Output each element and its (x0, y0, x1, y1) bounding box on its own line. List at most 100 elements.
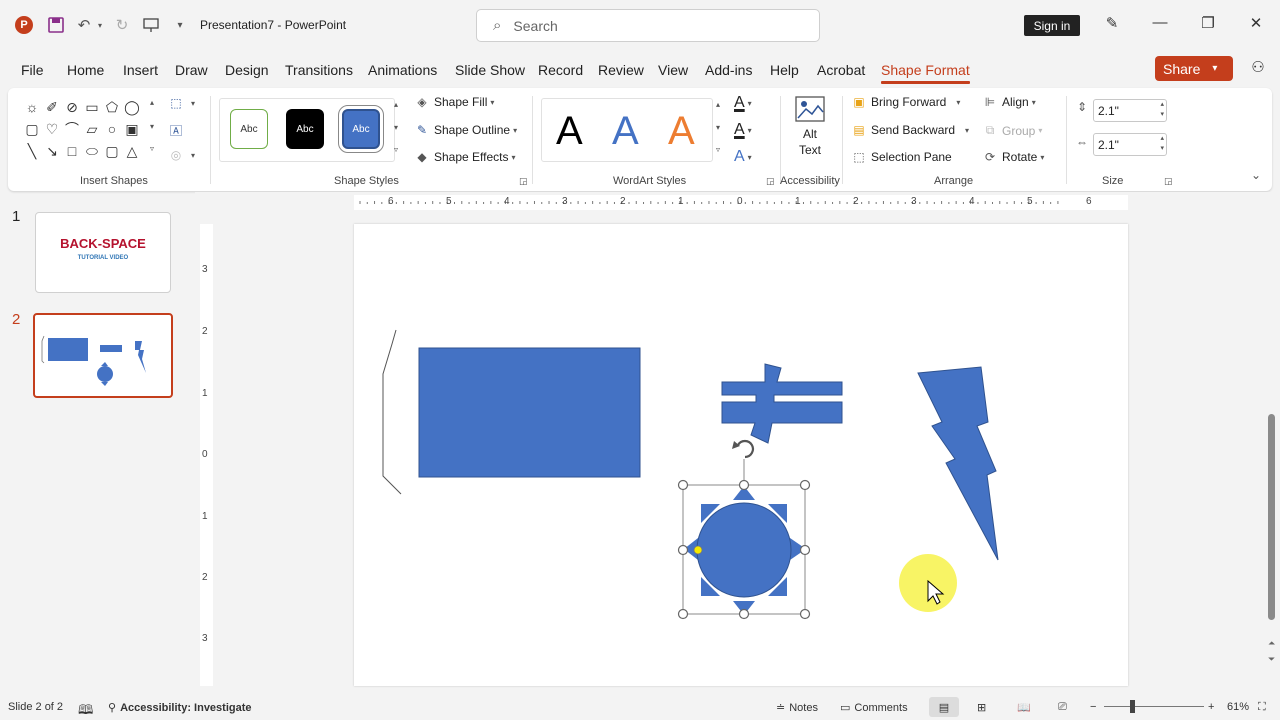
tab-help[interactable]: Help (770, 62, 799, 78)
oval-callout-shape-icon[interactable]: ◯ (122, 96, 142, 118)
frame-shape-icon[interactable]: ▢ (22, 118, 42, 140)
snip-rectangle-shape-icon[interactable]: ⬠ (102, 96, 122, 118)
close-icon[interactable]: ✕ (1244, 14, 1268, 32)
text-box-shape-icon[interactable]: ▣ (122, 118, 142, 140)
customize-toolbar-icon[interactable]: ▾ (172, 14, 188, 36)
styles-scroll-up-icon[interactable]: ▴ (389, 100, 403, 109)
tab-add-ins[interactable]: Add-ins (705, 62, 752, 78)
arrow-line-shape-icon[interactable]: ↘ (42, 140, 62, 162)
tab-acrobat[interactable]: Acrobat (817, 62, 865, 78)
style-thumb-outline-green[interactable]: Abc (230, 109, 268, 149)
vertical-ruler[interactable]: 3 2 1 0 1 2 3 (200, 224, 213, 686)
wordart-scroll-up-icon[interactable]: ▴ (711, 100, 725, 109)
shape-styles-launcher-icon[interactable]: ◲ (519, 176, 528, 187)
minimize-icon[interactable]: — (1148, 14, 1172, 31)
text-effects-button[interactable]: A ▾ (734, 148, 752, 166)
zoom-level[interactable]: 61% (1227, 701, 1249, 713)
next-slide-icon[interactable]: ⏷ (1268, 654, 1275, 665)
accessibility-status[interactable]: ⚲ Accessibility: Investigate (108, 701, 252, 715)
tab-shape-format[interactable]: Shape Format (881, 62, 970, 84)
shapes-scroll-down-icon[interactable]: ▾ (145, 122, 159, 131)
tab-design[interactable]: Design (225, 62, 269, 78)
adjust-handle[interactable] (693, 545, 703, 555)
tab-view[interactable]: View (658, 62, 688, 78)
restore-icon[interactable]: ❐ (1196, 14, 1220, 32)
wordart-orange[interactable]: A (668, 109, 695, 154)
alt-text-button[interactable]: Alt Text (792, 96, 828, 157)
sun-shape-icon[interactable]: ☼ (22, 96, 42, 118)
fit-slide-icon[interactable]: ⛶ (1258, 701, 1266, 714)
slide-thumbnail-2[interactable] (33, 313, 173, 398)
shape-effects-button[interactable]: ◆ Shape Effects ▾ (414, 150, 515, 164)
lightning-bolt-shape[interactable] (917, 366, 999, 561)
square-shape-icon[interactable]: □ (62, 140, 82, 162)
tab-review[interactable]: Review (598, 62, 644, 78)
collapse-ribbon-icon[interactable]: ⌄ (1251, 168, 1261, 182)
rounded-rectangle-shape-icon[interactable]: ▢ (102, 140, 122, 162)
group-button[interactable]: ⧉ Group ▾ (982, 123, 1043, 138)
search-input[interactable]: ⌕ Search (476, 9, 820, 42)
wordart-black[interactable]: A (556, 109, 583, 154)
notes-button[interactable]: ≐ Notes (776, 701, 818, 715)
save-icon[interactable] (46, 14, 66, 36)
shape-width-input[interactable]: 2.1" ▴ ▾ (1093, 133, 1167, 156)
shape-fill-button[interactable]: ◈ Shape Fill ▾ (414, 95, 494, 109)
rectangle-shape-icon[interactable]: ▭ (82, 96, 102, 118)
rotate-handle-icon[interactable] (732, 439, 754, 459)
heart-shape-icon[interactable]: ♡ (42, 118, 62, 140)
tab-insert[interactable]: Insert (123, 62, 158, 78)
bracket-line-shape[interactable] (382, 329, 402, 495)
undo-icon[interactable]: ↶ (74, 14, 94, 36)
style-thumb-black[interactable]: Abc (286, 109, 324, 149)
tab-transitions[interactable]: Transitions (285, 62, 353, 78)
align-button[interactable]: ⊫ Align ▾ (982, 95, 1036, 109)
shapes-scroll-up-icon[interactable]: ▴ (145, 98, 159, 107)
tab-slide-show[interactable]: Slide Show (455, 62, 525, 78)
draw-text-box-button[interactable]: 🄰 (168, 122, 188, 139)
rotate-button[interactable]: ⟳ Rotate ▾ (982, 150, 1044, 164)
line-shape-icon[interactable]: ╲ (22, 140, 42, 162)
ellipse-shape-icon[interactable]: ⬭ (82, 140, 102, 162)
share-button[interactable]: Share ▾ (1155, 56, 1233, 81)
shape-outline-button[interactable]: ✎ Shape Outline ▾ (414, 123, 517, 137)
shape-styles-gallery[interactable]: Abc Abc Abc (219, 98, 395, 162)
parallelogram-shape-icon[interactable]: ▱ (82, 118, 102, 140)
no-symbol-shape-icon[interactable]: ⊘ (62, 96, 82, 118)
tab-home[interactable]: Home (67, 62, 104, 78)
sign-in-button[interactable]: Sign in (1024, 15, 1080, 36)
text-fill-button[interactable]: A ▾ (734, 94, 752, 112)
tab-file[interactable]: File (21, 62, 44, 78)
tab-animations[interactable]: Animations (368, 62, 437, 78)
freeform-shape-icon[interactable]: ✐ (42, 96, 62, 118)
zoom-slider-thumb[interactable] (1130, 700, 1135, 713)
shapes-more-icon[interactable]: ▿ (145, 144, 159, 153)
merge-shapes-button[interactable]: ◎ ▾ (168, 148, 195, 162)
vertical-scrollbar[interactable]: ⏶ ⏷ (1265, 192, 1280, 692)
zoom-slider[interactable] (1104, 706, 1204, 707)
slide-canvas[interactable] (354, 224, 1128, 686)
zoom-out-button[interactable]: − (1090, 701, 1096, 713)
comments-person-icon[interactable]: ⚇ (1246, 58, 1270, 76)
comments-button[interactable]: ▭ Comments (840, 701, 908, 715)
wordart-more-icon[interactable]: ▿ (711, 145, 725, 154)
not-equal-shape[interactable] (721, 363, 843, 444)
oval-shape-icon[interactable]: ○ (102, 118, 122, 140)
horizontal-ruler[interactable]: 6 5 4 3 2 1 0 1 2 3 4 5 6 (354, 195, 1128, 210)
tab-draw[interactable]: Draw (175, 62, 208, 78)
triangle-shape-icon[interactable]: △ (122, 140, 142, 162)
styles-more-icon[interactable]: ▿ (389, 145, 403, 154)
slide-show-button[interactable]: ⎚ (1058, 701, 1067, 714)
wordart-launcher-icon[interactable]: ◲ (766, 176, 775, 187)
send-backward-button[interactable]: ▤ Send Backward ▾ (851, 123, 969, 137)
wordart-scroll-down-icon[interactable]: ▾ (711, 123, 725, 132)
wordart-styles-gallery[interactable]: A A A (541, 98, 713, 162)
redo-icon[interactable]: ↻ (112, 14, 132, 36)
text-outline-button[interactable]: A ▾ (734, 121, 752, 139)
style-thumb-blue-selected[interactable]: Abc (338, 105, 384, 153)
slide-sorter-button[interactable]: ⊞ (977, 701, 986, 714)
width-spinner-icon[interactable]: ▴ ▾ (1160, 134, 1164, 154)
slide-thumbnail-1[interactable]: BACK-SPACE TUTORIAL VIDEO (35, 212, 171, 293)
bring-forward-button[interactable]: ▣ Bring Forward ▾ (851, 95, 960, 109)
notes-book-icon[interactable]: 🕮 (78, 701, 93, 720)
shapes-gallery[interactable]: ☼ ✐ ⊘ ▭ ⬠ ◯ ▢ ♡ ⌒ ▱ ○ ▣ ╲ ↘ □ ⬭ ▢ △ (22, 96, 152, 160)
